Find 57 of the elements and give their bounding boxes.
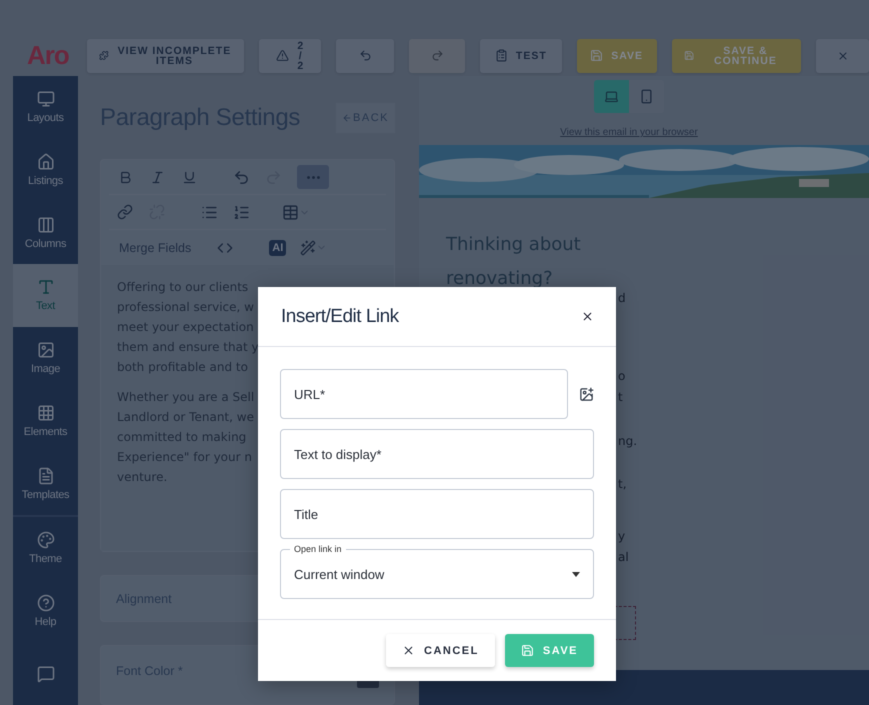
layouts-icon [36,90,54,108]
puzzle-icon [98,49,109,62]
email-text-fragment: t, [618,477,627,491]
test-button[interactable]: TEST [480,38,562,72]
laptop-icon [604,89,619,104]
email-text-fragment: ng. [618,434,638,448]
save-button[interactable]: SAVE [576,38,657,72]
warnings-button[interactable]: 2 / 2 [259,38,322,72]
caret-icon [572,572,580,576]
desktop-view-button[interactable] [594,80,629,113]
elements-icon [36,404,54,422]
help-icon [36,594,54,612]
save-button[interactable]: SAVE [504,634,594,667]
email-text-fragment: o [618,369,626,383]
email-text-fragment: al [618,550,629,564]
theme-icon [36,531,54,550]
text-icon [36,278,54,296]
sidebar-item[interactable]: Columns [13,201,78,264]
templates-icon [36,466,54,485]
sidebar-item[interactable]: Listings [13,138,78,202]
email-text-fragment: y [618,529,626,543]
text-field[interactable]: Text to display* [280,429,594,479]
save-continue-button[interactable]: SAVE & CONTINUE [672,38,802,72]
undo-button[interactable] [336,38,394,72]
save-icon [590,49,604,62]
save-icon [684,49,694,62]
email-text-fragment: d [618,291,626,305]
chat-icon [36,664,54,683]
sidebar-item[interactable]: Image [13,326,78,390]
close-icon [402,644,416,657]
redo-icon [430,49,444,62]
sidebar-item[interactable]: Layouts [13,76,78,139]
phone-icon [639,89,654,104]
cancel-button[interactable]: CANCEL [386,634,495,667]
incomplete-button[interactable]: VIEW INCOMPLETE ITEMS [86,38,244,72]
warning-icon [276,49,289,62]
close-icon [836,50,849,62]
dialog-title: Insert/Edit Link [281,306,399,328]
ai-button[interactable]: AI [269,240,286,256]
close-button[interactable] [581,310,594,323]
image-icon [36,341,54,360]
url-field[interactable]: URL* [280,369,568,419]
clipboard-icon [494,49,508,62]
save-icon [520,644,534,657]
columns-icon [36,216,54,234]
listings-icon [36,153,54,172]
sidebar-item[interactable]: Text [13,264,78,327]
sidebar-item[interactable]: Help [13,580,78,642]
text-field[interactable]: Title [280,489,594,539]
undo-icon [358,49,372,62]
sidebar-item[interactable] [13,642,78,705]
image-picker-icon[interactable] [579,386,594,402]
sidebar-item[interactable]: Theme [13,516,78,580]
arrow-left-icon [342,112,352,123]
sidebar-item[interactable]: Elements [13,390,78,452]
sidebar-item[interactable]: Templates [13,452,78,515]
more-icon[interactable] [297,165,329,190]
